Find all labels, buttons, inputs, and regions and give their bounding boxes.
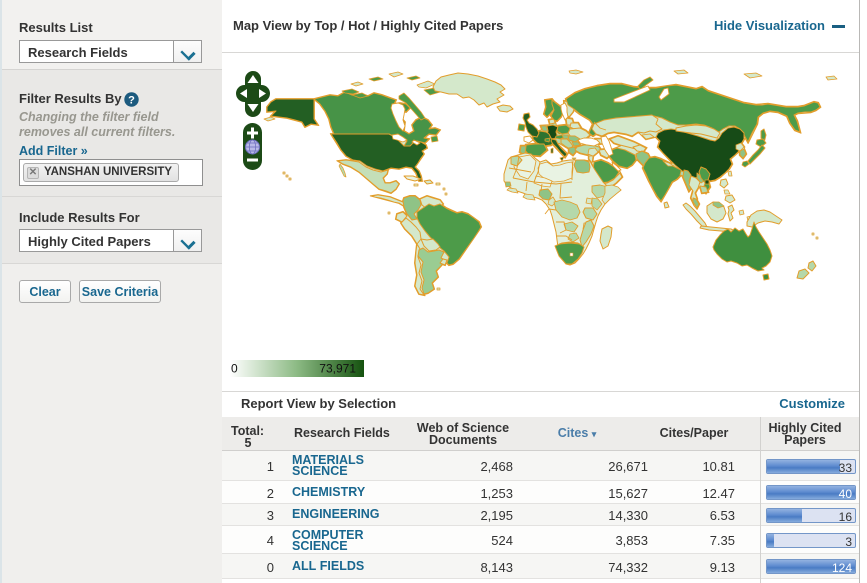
svg-text:?: ? [128, 95, 135, 107]
svg-text:0: 0 [231, 362, 238, 376]
svg-text:73,971: 73,971 [319, 362, 356, 376]
